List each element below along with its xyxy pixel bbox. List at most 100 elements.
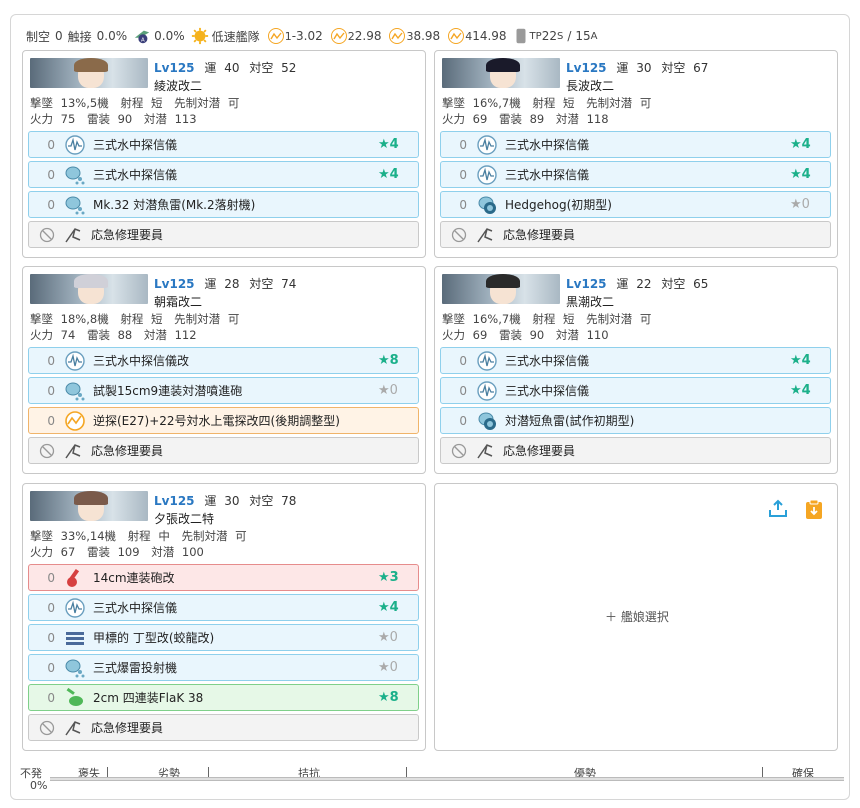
ship-banner[interactable] (30, 58, 148, 88)
torpedo-value: 109 (117, 545, 140, 559)
shootdown-value: 16%,7機 (472, 312, 521, 326)
reinforcement-slot[interactable]: 応急修理要員 (28, 714, 419, 741)
tp-s-value: 22 (541, 29, 557, 43)
ship-name[interactable]: 朝霜改二 (154, 293, 202, 310)
ship-banner[interactable] (442, 58, 560, 88)
opening-asw-value: 可 (227, 312, 240, 326)
opening-asw-value: 可 (227, 96, 240, 110)
reinforcement-slot[interactable]: 応急修理要員 (28, 221, 419, 248)
equipment-slot[interactable]: 0 三式水中探信儀 ★4 (440, 377, 831, 404)
luck-value: 30 (636, 61, 652, 75)
slot-count: 0 (47, 167, 55, 182)
reinforcement-name: 応急修理要員 (503, 444, 576, 458)
asw-value: 113 (174, 112, 197, 126)
asw-label: 対潜 (143, 328, 167, 342)
equipment-slot[interactable]: 0 Mk.32 対潜魚雷(Mk.2落射機) (28, 191, 419, 218)
reinforcement-name: 応急修理要員 (503, 228, 576, 242)
slot-count: 0 (459, 137, 467, 152)
asw-label: 対潜 (143, 112, 167, 126)
speed-value: 低速艦隊 (211, 29, 260, 44)
shootdown-value: 16%,7機 (472, 96, 521, 110)
ship-name[interactable]: 綾波改二 (154, 77, 202, 94)
ship-stats-row: 撃墜 18%,8機 射程 短 先制対潜 可 (30, 311, 239, 327)
sonar-icon (475, 349, 499, 373)
equipment-slot[interactable]: 0 14cm連装砲改 ★3 (28, 564, 419, 591)
no-entry-icon (447, 223, 471, 247)
gauge-bar (50, 777, 844, 781)
ship-level-row: Lv125 運 30 対空 78 (154, 492, 296, 509)
reinforcement-name: 応急修理要員 (91, 721, 164, 735)
sonar-icon (475, 163, 499, 187)
firepower-value: 67 (60, 545, 76, 559)
equipment-slot[interactable]: 0 三式水中探信儀 ★4 (440, 347, 831, 374)
ship-banner[interactable] (30, 491, 148, 521)
slot-count: 0 (459, 197, 467, 212)
equipment-slot[interactable]: 0 三式水中探信儀 ★4 (440, 161, 831, 188)
equipment-slot[interactable]: 0 Hedgehog(初期型) ★0 (440, 191, 831, 218)
equipment-slot[interactable]: 0 三式水中探信儀 ★4 (28, 161, 419, 188)
ship-level-row: Lv125 運 28 対空 74 (154, 275, 296, 292)
hedgehog-icon (475, 409, 499, 433)
slot-count: 0 (47, 413, 55, 428)
ship-name[interactable]: 夕張改二特 (154, 510, 214, 527)
equipment-slot[interactable]: 0 逆探(E27)+22号対水上電探改四(後期調整型) (28, 407, 419, 434)
svg-text:A: A (141, 37, 145, 43)
ship-name[interactable]: 長波改二 (566, 77, 614, 94)
select-ship-button[interactable]: ＋ 艦娘選択 (605, 608, 669, 625)
equipment-slot[interactable]: 0 甲標的 丁型改(蛟龍改) ★0 (28, 624, 419, 651)
range-value: 中 (158, 529, 170, 543)
equipment-name: Mk.32 対潜魚雷(Mk.2落射機) (93, 198, 256, 212)
ship-card: Lv125 運 28 対空 74 朝霜改二 撃墜 18%,8機 射程 短 先制対… (22, 266, 426, 474)
torpedo-value: 90 (117, 112, 133, 126)
clipboard-icon[interactable] (803, 498, 825, 520)
torpedo-label: 雷装 (498, 328, 522, 342)
firepower-label: 火力 (442, 112, 465, 126)
asw-value: 112 (174, 328, 197, 342)
range-label: 射程 (532, 96, 556, 110)
slot-count: 0 (459, 413, 467, 428)
improvement-level: ★4 (378, 137, 399, 152)
repair-crane-icon (61, 223, 85, 247)
shootdown-label: 撃墜 (30, 96, 53, 110)
ship-name[interactable]: 黒潮改二 (566, 293, 614, 310)
equipment-slot[interactable]: 0 三式爆雷投射機 ★0 (28, 654, 419, 681)
import-icon[interactable] (767, 498, 789, 520)
los-label-4: 4 (465, 29, 473, 43)
no-entry-icon (35, 223, 59, 247)
los-icon-2 (330, 28, 347, 44)
gun-icon (63, 566, 87, 590)
range-value: 短 (151, 312, 163, 326)
equipment-slot[interactable]: 0 三式水中探信儀 ★4 (28, 131, 419, 158)
depth-charge-icon (63, 379, 87, 403)
equipment-slot[interactable]: 0 三式水中探信儀 ★4 (440, 131, 831, 158)
equipment-slot[interactable]: 0 三式水中探信儀 ★4 (28, 594, 419, 621)
equipment-name: 三式水中探信儀 (93, 138, 178, 152)
fleet-summary: 制空 0 触接 0.0% A 0.0% 低速艦隊 1 -3.02 2 2.98 38… (26, 25, 598, 47)
air-superiority-gauge: 不発 褒失 劣勢 拮抗 優勢 確保 0% (18, 763, 848, 803)
luck-value: 28 (224, 277, 240, 291)
firepower-label: 火力 (30, 112, 53, 126)
ship-banner[interactable] (442, 274, 560, 304)
ship-banner[interactable] (30, 274, 148, 304)
luck-label: 運 (616, 277, 629, 291)
improvement-level: ★8 (378, 690, 399, 705)
slot-count: 0 (47, 353, 55, 368)
reinforcement-slot[interactable]: 応急修理要員 (28, 437, 419, 464)
ship-level-row: Lv125 運 40 対空 52 (154, 59, 296, 76)
improvement-level: ★0 (378, 383, 398, 398)
reinforcement-slot[interactable]: 応急修理要員 (440, 221, 831, 248)
ship-level-row: Lv125 運 22 対空 65 (566, 275, 708, 292)
equipment-slot[interactable]: 0 対潜短魚雷(試作初期型) (440, 407, 831, 434)
equipment-slot[interactable]: 0 試製15cm9連装対潜噴進砲 ★0 (28, 377, 419, 404)
reinforcement-slot[interactable]: 応急修理要員 (440, 437, 831, 464)
equipment-slot[interactable]: 0 2cm 四連装FlaK 38 ★8 (28, 684, 419, 711)
ship-power-row: 火力 69 雷装 90 対潜 110 (442, 327, 609, 343)
anti-air-value: 0.0% (154, 29, 185, 43)
equipment-slot[interactable]: 0 三式水中探信儀改 ★8 (28, 347, 419, 374)
ship-stats-row: 撃墜 16%,7機 射程 短 先制対潜 可 (442, 311, 651, 327)
improvement-level: ★4 (790, 167, 811, 182)
asw-label: 対潜 (555, 112, 579, 126)
range-label: 射程 (532, 312, 556, 326)
ship-level: Lv125 (154, 277, 195, 291)
ship-stats-row: 撃墜 13%,5機 射程 短 先制対潜 可 (30, 95, 239, 111)
